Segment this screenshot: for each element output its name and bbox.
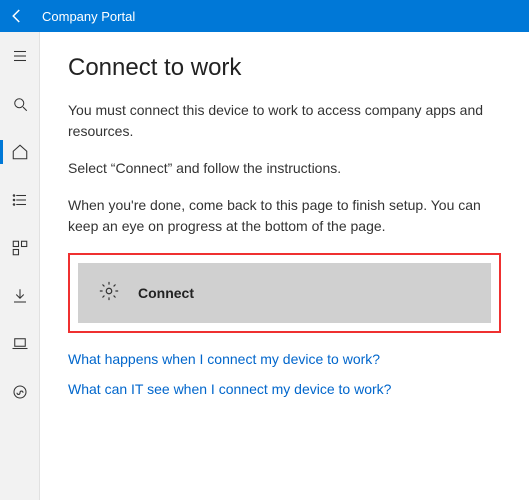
intro-paragraph-3: When you're done, come back to this page… <box>68 195 501 237</box>
support-icon[interactable] <box>0 376 40 408</box>
sidebar <box>0 32 40 500</box>
app-title: Company Portal <box>42 9 135 24</box>
list-icon[interactable] <box>0 184 40 216</box>
intro-paragraph-2: Select “Connect” and follow the instruct… <box>68 158 501 179</box>
link-what-can-it-see[interactable]: What can IT see when I connect my device… <box>68 381 501 397</box>
apps-icon[interactable] <box>0 232 40 264</box>
home-icon[interactable] <box>0 136 40 168</box>
download-icon[interactable] <box>0 280 40 312</box>
titlebar: Company Portal <box>0 0 529 32</box>
gear-icon <box>98 280 120 307</box>
connect-label: Connect <box>138 285 194 301</box>
intro-paragraph-1: You must connect this device to work to … <box>68 100 501 142</box>
laptop-icon[interactable] <box>0 328 40 360</box>
connect-button[interactable]: Connect <box>78 263 491 323</box>
connect-highlight-box: Connect <box>68 253 501 333</box>
page-title: Connect to work <box>68 54 501 82</box>
link-what-happens[interactable]: What happens when I connect my device to… <box>68 351 501 367</box>
search-icon[interactable] <box>0 88 40 120</box>
main-content: Connect to work You must connect this de… <box>40 32 529 500</box>
back-icon[interactable] <box>8 7 26 25</box>
hamburger-icon[interactable] <box>0 40 40 72</box>
